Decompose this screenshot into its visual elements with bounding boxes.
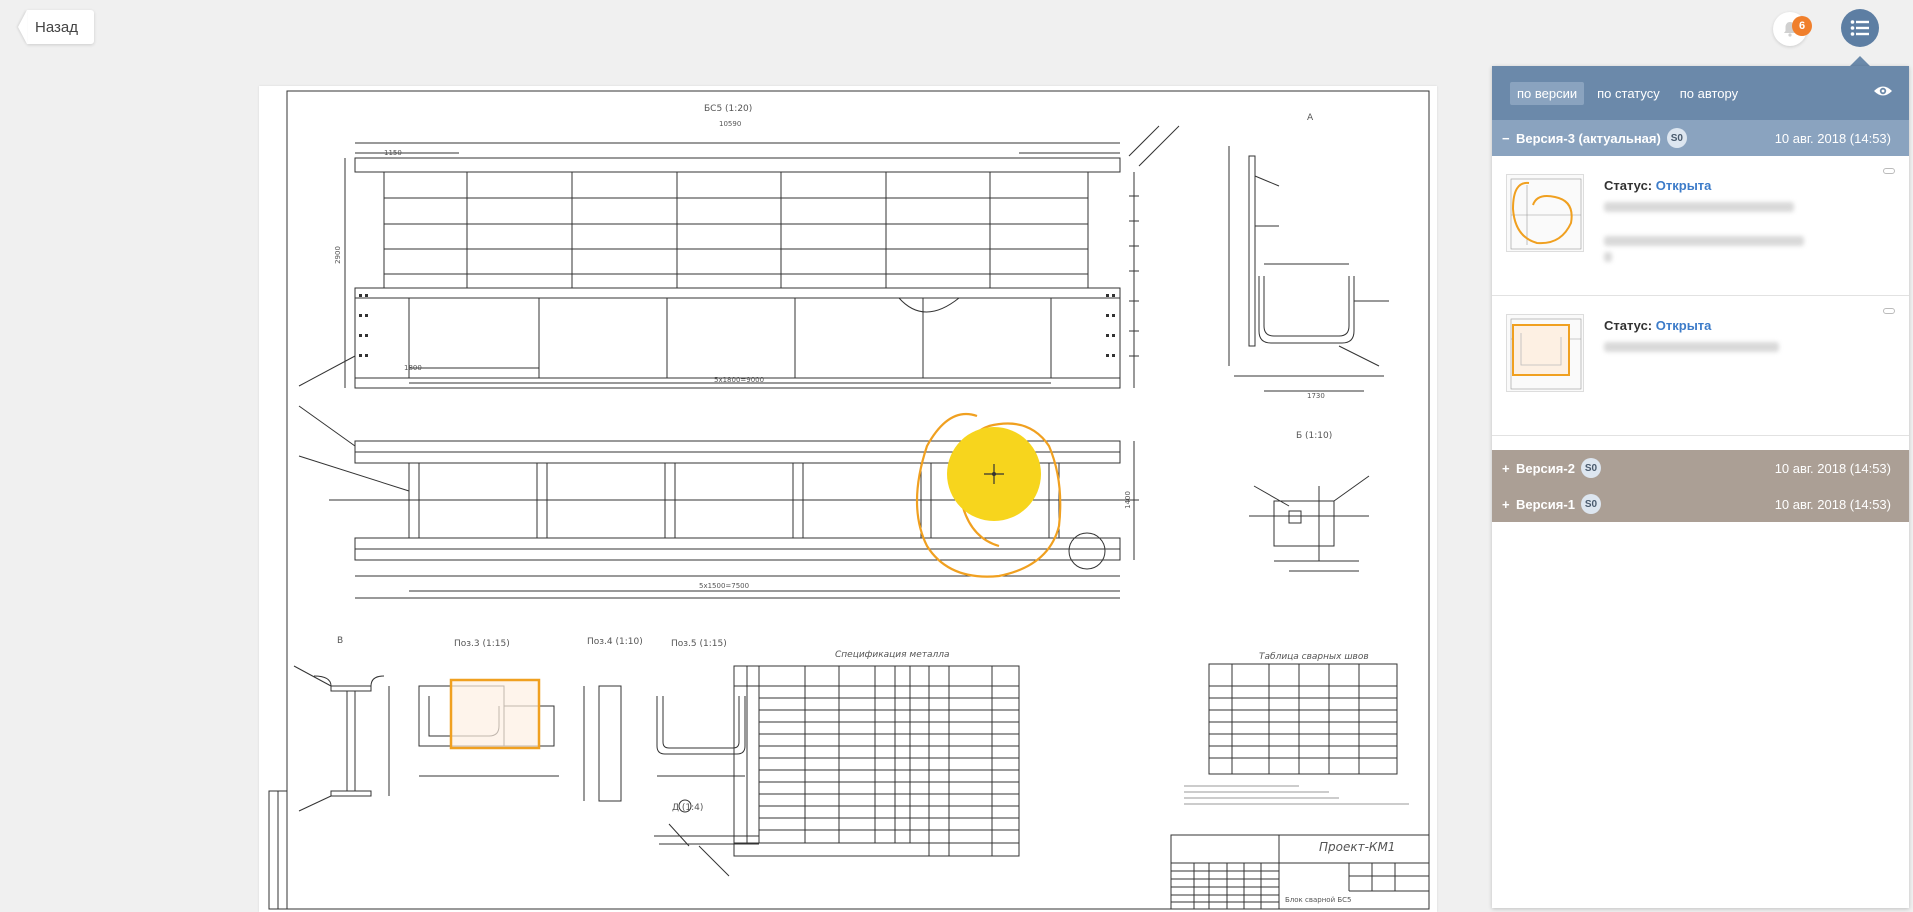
version-badge: S0 [1580, 458, 1601, 478]
remark-thumbnail[interactable] [1506, 174, 1584, 252]
tab-by-status[interactable]: по статусу [1590, 82, 1667, 105]
version-badge: S0 [1666, 128, 1687, 148]
back-button[interactable]: Назад [18, 10, 94, 44]
drawing-sheet[interactable]: БС5 (1:20) 10590 1800 5х1800=9000 1150 2… [259, 86, 1437, 912]
remark-item[interactable]: Статус: Открыта [1492, 156, 1909, 296]
blurred-author-line [1604, 202, 1794, 212]
versions-panel: по версии по статусу по автору − Версия-… [1492, 66, 1909, 908]
status-value[interactable]: Открыта [1656, 178, 1712, 193]
expand-icon: + [1502, 460, 1510, 476]
eye-icon[interactable] [1873, 84, 1893, 98]
version-label: Версия-3 (актуальная) [1516, 130, 1661, 146]
version-2-header[interactable]: + Версия-2 S0 10 авг. 2018 (14:53) [1492, 450, 1909, 486]
expand-handle[interactable] [1883, 308, 1895, 314]
blurred-comment-line [1604, 236, 1804, 246]
panel-caret [1850, 56, 1870, 66]
version-date: 10 авг. 2018 (14:53) [1774, 130, 1891, 146]
back-button-label: Назад [27, 10, 94, 44]
status-label: Статус: [1604, 178, 1653, 193]
chevron-left-icon [18, 10, 27, 44]
menu-button[interactable] [1841, 9, 1879, 47]
version-label: Версия-2 [1516, 460, 1575, 476]
panel-header: по версии по статусу по автору [1492, 66, 1909, 120]
status-value[interactable]: Открыта [1656, 318, 1712, 333]
version-3-header[interactable]: − Версия-3 (актуальная) S0 10 авг. 2018 … [1492, 120, 1909, 156]
tab-by-author[interactable]: по автору [1673, 82, 1745, 105]
remark-status: Статус: Открыта [1604, 178, 1711, 193]
version-date: 10 авг. 2018 (14:53) [1774, 496, 1891, 512]
drawing-canvas[interactable] [259, 86, 1437, 912]
list-menu-icon [1850, 20, 1869, 36]
version-1-header[interactable]: + Версия-1 S0 10 авг. 2018 (14:53) [1492, 486, 1909, 522]
version-label: Версия-1 [1516, 496, 1575, 512]
remark-status: Статус: Открыта [1604, 318, 1711, 333]
notifications-badge: 6 [1792, 16, 1812, 36]
expand-handle[interactable] [1883, 168, 1895, 174]
collapse-icon: − [1502, 130, 1510, 146]
tab-by-version[interactable]: по версии [1510, 81, 1585, 105]
version-badge: S0 [1580, 494, 1601, 514]
blurred-author-line [1604, 342, 1779, 352]
blurred-comment-line-2 [1604, 252, 1612, 262]
remark-thumbnail[interactable] [1506, 314, 1584, 392]
version-date: 10 авг. 2018 (14:53) [1774, 460, 1891, 476]
remark-item[interactable]: Статус: Открыта [1492, 296, 1909, 436]
status-label: Статус: [1604, 318, 1653, 333]
expand-icon: + [1502, 496, 1510, 512]
